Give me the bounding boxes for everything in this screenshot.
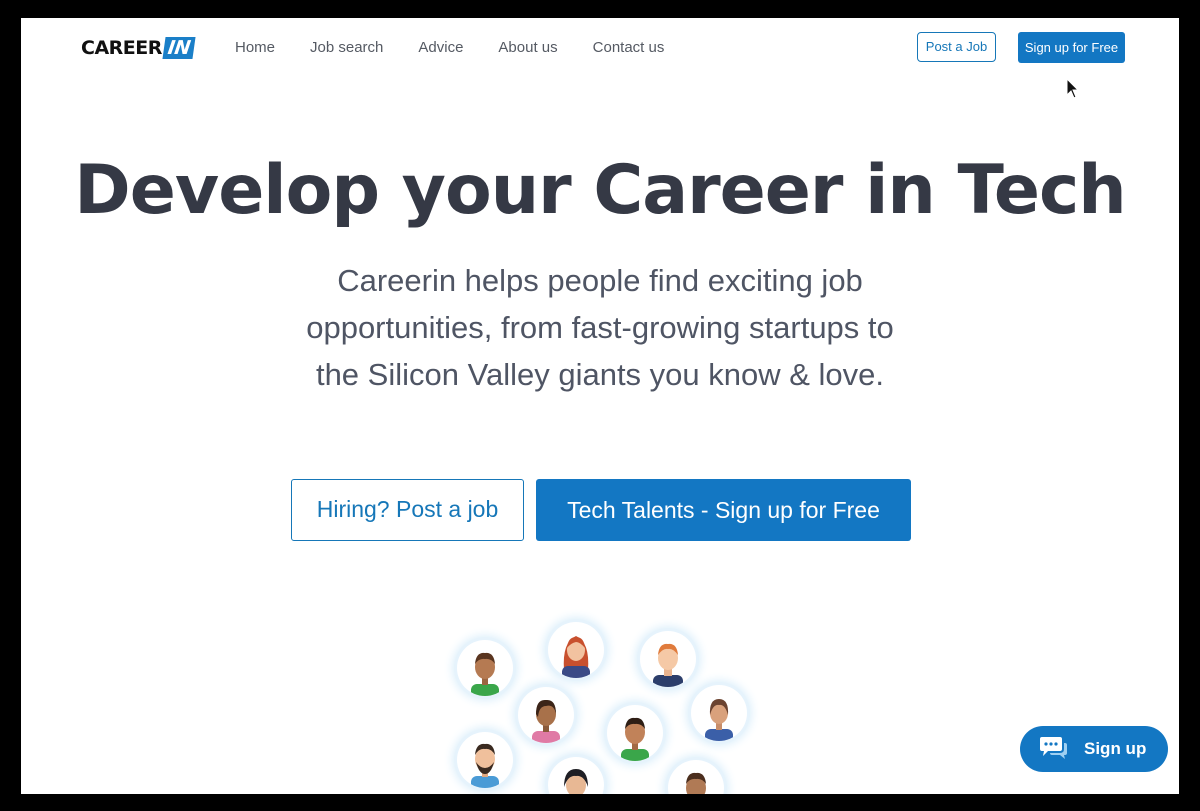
chat-signup-label: Sign up — [1084, 739, 1147, 758]
chat-bubble-icon — [1040, 737, 1067, 759]
nav-job-search[interactable]: Job search — [310, 39, 383, 57]
post-a-job-button[interactable]: Post a Job — [917, 32, 996, 62]
person-avatar — [691, 685, 747, 741]
logo-badge: IN — [162, 37, 196, 59]
nav-home[interactable]: Home — [235, 39, 275, 57]
hero-title: Develop your Career in Tech — [74, 151, 1126, 230]
hiring-post-job-button[interactable]: Hiring? Post a job — [291, 479, 524, 541]
sign-up-free-button[interactable]: Sign up for Free — [1018, 32, 1125, 63]
careerin-logo[interactable]: CAREER IN — [81, 37, 196, 59]
person-avatar — [640, 631, 696, 687]
page: CAREER IN Home Job search Advice About us… — [21, 18, 1179, 794]
person-avatar — [668, 760, 724, 794]
nav-about-us[interactable]: About us — [498, 39, 557, 57]
chat-signup-button[interactable]: Sign up — [1020, 726, 1168, 772]
person-avatar — [457, 640, 513, 696]
logo-text: CAREER — [81, 37, 162, 59]
nav-advice[interactable]: Advice — [418, 39, 463, 57]
hero-subtitle: Careerin helps people find exciting job … — [306, 263, 894, 392]
person-avatar — [548, 757, 604, 794]
main-nav: Home Job search Advice About us Contact … — [235, 39, 699, 57]
person-avatar — [457, 732, 513, 788]
person-avatar — [518, 687, 574, 743]
person-avatar — [548, 622, 604, 678]
mouse-cursor-icon — [1066, 78, 1080, 99]
person-avatar — [607, 705, 663, 761]
tech-talents-signup-button[interactable]: Tech Talents - Sign up for Free — [536, 479, 911, 541]
nav-contact-us[interactable]: Contact us — [593, 39, 665, 57]
